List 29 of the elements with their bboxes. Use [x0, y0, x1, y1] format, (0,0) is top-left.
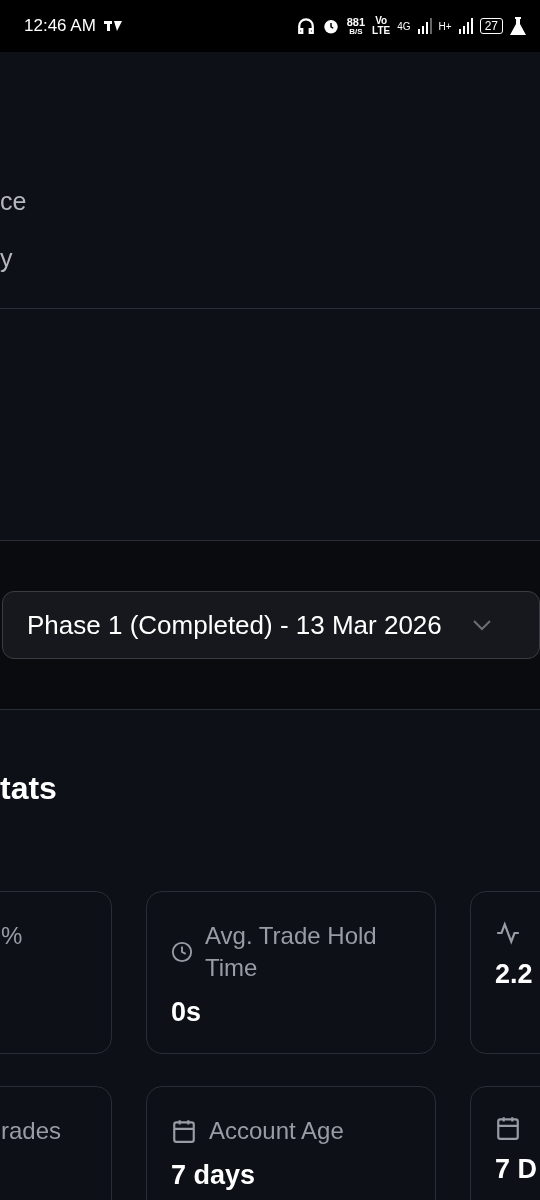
app-logo-icon [103, 21, 122, 31]
stat-value: 7 D [495, 1153, 538, 1186]
stat-label: % [1, 921, 23, 951]
stat-value: 0s [171, 996, 202, 1029]
section-title: tats [0, 770, 57, 806]
calendar-icon [495, 1115, 521, 1141]
menu-item[interactable]: y [0, 243, 13, 274]
volte-indicator: Vo LTE [372, 16, 391, 36]
stat-label: Avg. Trade Hold Time [205, 921, 378, 983]
flask-icon [510, 17, 526, 35]
network-type: 4G [397, 20, 411, 32]
calendar-icon [171, 1118, 197, 1144]
battery-level: 27 [479, 18, 503, 34]
phase-dropdown[interactable]: Phase 1 (Completed) - 13 Mar 2026 [2, 591, 540, 659]
stat-value: 2.2 [495, 958, 533, 991]
stat-label: rades [1, 1116, 62, 1146]
headphones-icon [296, 17, 315, 35]
stat-value: 7 days [171, 1159, 256, 1192]
status-time: 12:46 AM [24, 16, 96, 36]
network-type: H+ [438, 20, 452, 32]
pulse-icon [495, 920, 521, 946]
signal-icon [417, 18, 432, 34]
network-speed: 881 B/S [346, 16, 366, 36]
stat-label: Account Age [209, 1116, 344, 1146]
chevron-down-icon [471, 619, 492, 631]
menu-item[interactable]: ce [0, 186, 27, 217]
clock-icon [171, 941, 193, 963]
alarm-icon [321, 17, 340, 35]
signal-icon [458, 18, 473, 34]
